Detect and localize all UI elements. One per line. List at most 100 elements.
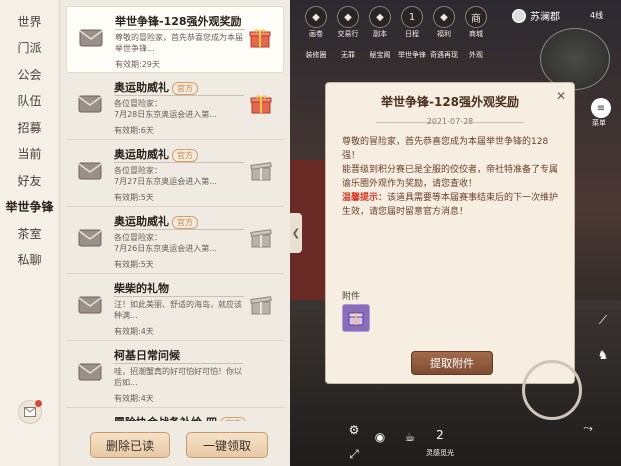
nav-item-0[interactable]: 世界: [0, 8, 59, 35]
nav-item-3[interactable]: 队伍: [0, 88, 59, 115]
top-function-bar-row2: 装修圈 无罪 秘宝阁 举世争锋 奇遇再现 外观: [300, 50, 492, 60]
minimap[interactable]: [540, 28, 610, 90]
close-icon[interactable]: ✕: [556, 89, 566, 103]
mail-title-text: 奥运助威礼: [114, 81, 169, 94]
topbar-item[interactable]: 1 日程: [396, 6, 428, 40]
topbar-item[interactable]: ◆ 交易行: [332, 6, 364, 40]
attachment-label: 附件: [342, 292, 361, 302]
gift-icon: [250, 94, 272, 114]
mail-body: 尊敬的冒险家，首先恭喜您成为本届举世争锋的128强！ 能晋级到积分赛已是全服的佼…: [342, 135, 562, 219]
player-info[interactable]: 苏澜郡: [512, 8, 560, 23]
claim-all-button[interactable]: 一键领取: [186, 432, 268, 458]
nav-item-1[interactable]: 门派: [0, 35, 59, 62]
menu-label: 菜单: [592, 119, 606, 127]
envelope-icon: [78, 95, 102, 113]
scroll-icon: ◆: [305, 6, 327, 28]
divider: [114, 229, 244, 230]
mail-preview: 哇，招潮蟹真的好可怕好可怕！你以后如...: [114, 367, 242, 387]
topbar-item[interactable]: 商商城: [460, 6, 492, 40]
mail-expiry: 有效期:4天: [114, 327, 154, 336]
topbar2-item[interactable]: 秘宝阁: [364, 50, 396, 60]
mail-title: 举世争锋-128强外观奖励: [115, 13, 242, 29]
delete-read-button[interactable]: 删除已读: [90, 432, 170, 458]
chat-category-nav: 世界 门派 公会 队伍 招募 当前 好友 举世争锋 茶室 私聊: [0, 0, 60, 466]
mail-body-text: 尊敬的冒险家，首先恭喜您成为本届举世争锋的128强！ 能晋级到积分赛已是全服的佼…: [342, 137, 559, 189]
divider: [114, 296, 244, 297]
mail-title-text: 奥运助威礼: [114, 215, 169, 228]
nav-item-8[interactable]: 茶室: [0, 220, 59, 247]
expand-icon[interactable]: ⤢: [344, 444, 364, 464]
mail-preview: 各位冒险家： 7月26日东京奥运会进入第...: [114, 233, 217, 253]
mail-date: 2021-07-28: [426, 117, 474, 126]
mail-title-text: 柴柴的礼物: [114, 282, 169, 295]
joystick-ring[interactable]: [522, 360, 582, 420]
nav-item-4[interactable]: 招募: [0, 114, 59, 141]
feather-icon[interactable]: ⟋: [593, 310, 613, 330]
mail-detail-dialog: 举世争锋-128强外观奖励 ✕ 2021-07-28 尊敬的冒险家，首先恭喜您成…: [325, 82, 575, 384]
topbar2-item[interactable]: 奇遇再现: [428, 50, 460, 60]
attachment-item-icon[interactable]: [342, 304, 370, 332]
mail-item[interactable]: 举世争锋-128强外观奖励 尊敬的冒险家，首先恭喜您成为本届举世争锋... 有效期:…: [66, 6, 284, 73]
mail-panel: 举世争锋-128强外观奖励 尊敬的冒险家，首先恭喜您成为本届举世争锋... 有效期:…: [60, 0, 290, 466]
mail-expiry: 有效期:29天: [115, 60, 160, 69]
skill-icon[interactable]: 2: [430, 425, 450, 445]
topbar2-item[interactable]: 举世争锋: [396, 50, 428, 60]
topbar-item[interactable]: ◆ 福利: [428, 6, 460, 40]
mail-title-text: 举世争锋-128强外观奖励: [115, 15, 242, 28]
cooking-icon[interactable]: ☕: [400, 427, 420, 447]
envelope-icon: [79, 29, 103, 47]
topbar-label: 画卷: [309, 30, 323, 38]
topbar-label: 副本: [373, 30, 387, 38]
envelope-icon: [78, 229, 102, 247]
topbar-label: 商城: [469, 30, 483, 38]
nav-item-9[interactable]: 私聊: [0, 247, 59, 274]
divider: [114, 95, 244, 96]
mail-title-text: 冒险协会战备补给·四: [114, 416, 217, 421]
mail-title: 奥运助威礼 官方: [114, 213, 198, 229]
top-function-bar: ◆ 画卷 ◆ 交易行 ◆ 副本 1 日程 ◆ 福利 商商城: [300, 6, 492, 40]
collapse-panel-button[interactable]: ❮: [290, 213, 302, 253]
nav-item-2[interactable]: 公会: [0, 61, 59, 88]
mail-detail-title: 举世争锋-128强外观奖励: [380, 95, 520, 109]
nav-item-6[interactable]: 好友: [0, 167, 59, 194]
mail-list[interactable]: 举世争锋-128强外观奖励 尊敬的冒险家，首先恭喜您成为本届举世争锋... 有效期:…: [66, 6, 284, 421]
mail-expiry: 有效期:6天: [114, 126, 154, 135]
server-line[interactable]: 4线: [590, 10, 603, 21]
mail-item[interactable]: 冒险协会战备补给·四官方今日的战备补给已抵达，还: [66, 408, 284, 421]
official-tag: 官方: [220, 416, 247, 421]
mail-icon[interactable]: [18, 400, 42, 424]
topbar2-item[interactable]: 装修圈: [300, 50, 332, 60]
official-tag: 官方: [172, 148, 198, 162]
topbar2-item[interactable]: 无罪: [332, 50, 364, 60]
horse-icon[interactable]: ♞: [593, 345, 613, 365]
avatar: [512, 8, 526, 23]
divider: [114, 162, 244, 163]
calendar-number: 1: [408, 11, 416, 23]
mail-title: 柴柴的礼物: [114, 280, 169, 296]
topbar-label: 交易行: [337, 30, 359, 38]
menu-icon[interactable]: ≡: [591, 98, 611, 118]
topbar2-item[interactable]: 外观: [460, 50, 492, 60]
envelope-icon: [78, 162, 102, 180]
official-tag: 官方: [172, 215, 198, 229]
official-tag: 官方: [172, 81, 198, 95]
mail-item[interactable]: 奥运助威礼 官方 各位冒险家： 7月27日东京奥运会进入第... 有效期:5天: [66, 140, 284, 207]
skill-count: 2: [436, 428, 444, 442]
topbar-label: 日程: [405, 30, 419, 38]
mail-preview: 汪！如此美丽、舒适的海岛，就应该种满...: [114, 300, 242, 320]
mail-item[interactable]: 奥运助威礼 官方 各位冒险家： 7月28日东京奥运会进入第... 有效期:6天: [66, 73, 284, 140]
mail-item[interactable]: 柴柴的礼物汪！如此美丽、舒适的海岛，就应该种满... 有效期:4天: [66, 274, 284, 341]
claim-attachment-button[interactable]: 提取附件: [411, 351, 493, 375]
mail-item[interactable]: 奥运助威礼 官方 各位冒险家： 7月26日东京奥运会进入第... 有效期:5天: [66, 207, 284, 274]
gift-claimed-icon: [250, 161, 272, 181]
divider: [115, 29, 245, 30]
topbar-item[interactable]: ◆ 画卷: [300, 6, 332, 40]
gift-claimed-icon: [250, 295, 272, 315]
topbar-item[interactable]: ◆ 副本: [364, 6, 396, 40]
nav-item-7[interactable]: 举世争锋: [0, 194, 59, 221]
sprint-icon[interactable]: ⤳: [578, 418, 598, 438]
nav-item-5[interactable]: 当前: [0, 141, 59, 168]
settings-icon[interactable]: ⚙: [344, 420, 364, 440]
mail-item[interactable]: 柯基日常问候 哇，招潮蟹真的好可怕好可怕！你以后如... 有效期:4天: [66, 341, 284, 408]
camera-icon[interactable]: ◉: [370, 427, 390, 447]
